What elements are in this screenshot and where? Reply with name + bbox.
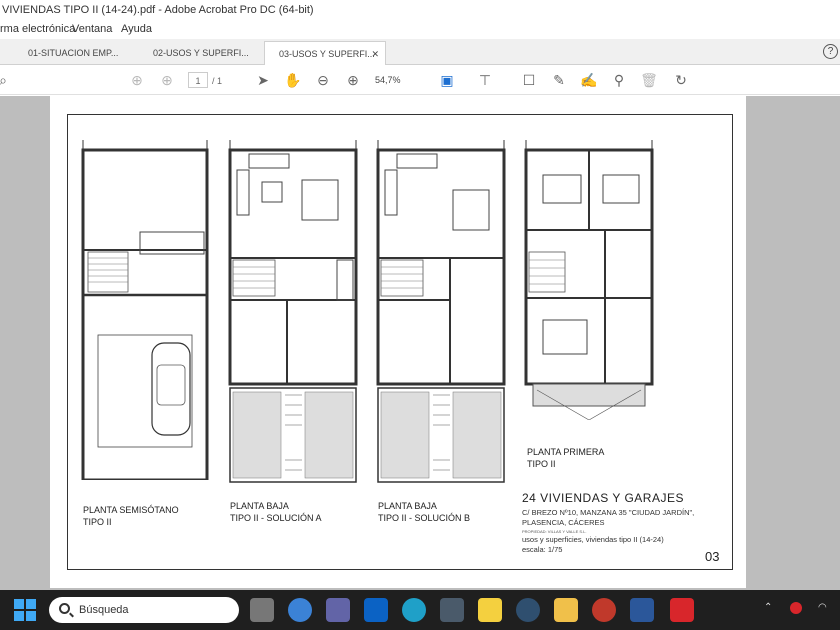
app-red-icon[interactable] — [592, 598, 616, 622]
widgets-icon[interactable] — [288, 598, 312, 622]
title-block: 24 VIVIENDAS Y GARAJES C/ BREZO Nº10, MA… — [522, 491, 737, 555]
word-icon[interactable] — [630, 598, 654, 622]
tab-03-usos[interactable]: 03-USOS Y SUPERFI... ✕ — [264, 41, 386, 65]
floor-plan-baja-a — [227, 140, 359, 485]
menu-item-firma[interactable]: rma electrónica — [0, 20, 75, 39]
next-page-icon[interactable]: ⊕ — [158, 71, 176, 89]
teams-icon[interactable] — [326, 598, 350, 622]
tab-01-situacion[interactable]: 01-SITUACION EMP... — [14, 41, 139, 65]
file-explorer-icon[interactable] — [554, 598, 578, 622]
app-icon[interactable] — [516, 598, 540, 622]
menu-item-ventana[interactable]: Ventana — [72, 20, 112, 39]
plan-label-baja-b: PLANTA BAJA TIPO II - SOLUCIÓN B — [378, 500, 470, 524]
page-number-input[interactable]: 1 — [188, 72, 208, 88]
pdf-page: PLANTA SEMISÓTANO TIPO II PLANTA BAJA TI… — [50, 96, 746, 588]
zoom-level[interactable]: 54,7% — [375, 72, 401, 88]
menu-item-ayuda[interactable]: Ayuda — [121, 20, 152, 39]
search-icon[interactable]: ⌕ — [0, 71, 12, 89]
page-indicator: 1 / 1 — [188, 72, 222, 89]
subject-line: usos y superficies, viviendas tipo II (1… — [522, 535, 664, 544]
taskbar-search-input[interactable]: Búsqueda — [49, 597, 239, 623]
measure-tool-icon[interactable]: ⊤ — [476, 71, 494, 89]
plan-label-semisotano: PLANTA SEMISÓTANO TIPO II — [83, 504, 179, 528]
menu-bar: rma electrónica Ventana Ayuda — [0, 20, 840, 39]
store-icon[interactable] — [364, 598, 388, 622]
delete-icon[interactable]: 🗑 — [640, 71, 658, 89]
hand-tool-icon[interactable]: ✋ — [284, 71, 302, 89]
wifi-icon[interactable]: ◠ — [818, 602, 827, 613]
task-view-icon[interactable] — [250, 598, 274, 622]
close-tab-icon[interactable]: ✕ — [371, 42, 379, 65]
plan-label-line1: PLANTA PRIMERA — [527, 447, 605, 457]
drawing-title: 24 VIVIENDAS Y GARAJES — [522, 491, 684, 505]
plan-label-line1: PLANTA BAJA — [378, 501, 437, 511]
highlight-pen-icon[interactable]: ✎ — [550, 71, 568, 89]
draw-icon[interactable]: ✍ — [580, 71, 598, 89]
zoom-in-icon[interactable]: ⊕ — [344, 71, 362, 89]
acrobat-icon[interactable] — [670, 598, 694, 622]
address-line1: C/ BREZO Nº10, MANZANA 35 "CIUDAD JARDÍN… — [522, 508, 695, 517]
tray-chevron-icon[interactable]: ⌃ — [764, 602, 772, 613]
tab-label: 03-USOS Y SUPERFI... — [279, 49, 375, 59]
previous-page-icon[interactable]: ⊕ — [128, 71, 146, 89]
sheet-number: 03 — [705, 549, 720, 564]
floor-plan-baja-b — [375, 140, 507, 485]
sticky-notes-icon[interactable] — [478, 598, 502, 622]
tab-bar: 01-SITUACION EMP... 02-USOS Y SUPERFI...… — [0, 39, 840, 65]
tab-02-usos[interactable]: 02-USOS Y SUPERFI... — [139, 41, 264, 65]
address-line2: PLASENCIA, CÁCERES — [522, 518, 605, 527]
calculator-icon[interactable] — [440, 598, 464, 622]
document-area[interactable]: PLANTA SEMISÓTANO TIPO II PLANTA BAJA TI… — [0, 96, 840, 590]
plan-label-primera: PLANTA PRIMERA TIPO II — [527, 446, 604, 470]
comment-icon[interactable]: ☐ — [520, 71, 538, 89]
plan-label-baja-a: PLANTA BAJA TIPO II - SOLUCIÓN A — [230, 500, 322, 524]
floor-plan-semisotano — [80, 140, 210, 480]
toolbar: ⌕ ⊕ ⊕ 1 / 1 ➤ ✋ ⊖ ⊕ 54,7% ▣ ⊤ ☐ ✎ ✍ ⚲ 🗑 ↻ — [0, 65, 840, 95]
stamp-icon[interactable]: ⚲ — [610, 71, 628, 89]
help-icon[interactable]: ? — [823, 44, 838, 59]
floor-plan-primera — [523, 140, 655, 420]
owner-line: PROPIEDAD: VILLAS Y VALLE S.L. — [522, 529, 587, 534]
plan-label-line1: PLANTA BAJA — [230, 501, 289, 511]
tab-label: 02-USOS Y SUPERFI... — [153, 48, 249, 58]
window-title: VIVIENDAS TIPO II (14-24).pdf - Adobe Ac… — [0, 0, 840, 20]
plan-label-line1: PLANTA SEMISÓTANO — [83, 505, 179, 515]
page-view-icon[interactable]: ▣ — [438, 71, 456, 89]
tab-label: 01-SITUACION EMP... — [28, 48, 119, 58]
rotate-icon[interactable]: ↻ — [672, 71, 690, 89]
select-cursor-icon[interactable]: ➤ — [254, 71, 272, 89]
search-placeholder: Búsqueda — [79, 604, 129, 616]
plan-label-line2: TIPO II - SOLUCIÓN B — [378, 513, 471, 523]
plan-label-line2: TIPO II — [83, 517, 112, 527]
taskbar: Búsqueda ⌃ ◠ — [0, 590, 840, 630]
tray-app-icon[interactable] — [790, 602, 802, 614]
zoom-out-icon[interactable]: ⊖ — [314, 71, 332, 89]
plan-label-line2: TIPO II - SOLUCIÓN A — [230, 513, 322, 523]
search-icon — [59, 603, 70, 614]
page-total: / 1 — [212, 76, 223, 86]
edge-icon[interactable] — [402, 598, 426, 622]
windows-start-icon[interactable] — [14, 599, 36, 621]
plan-label-line2: TIPO II — [527, 459, 556, 469]
